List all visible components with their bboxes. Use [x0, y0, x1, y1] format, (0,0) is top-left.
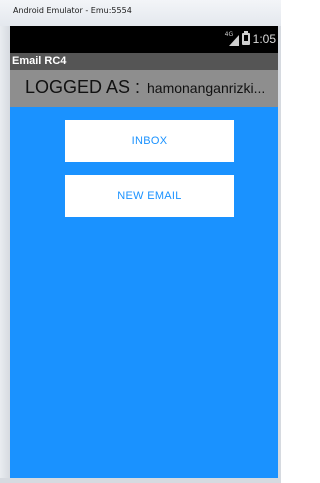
app-title: Email RC4	[12, 55, 67, 67]
device-screen: 4G 1:05 Email RC4 LOGGED AS : hamonangan…	[10, 26, 278, 478]
window-bottom-border	[0, 478, 281, 483]
signal-bars	[228, 35, 239, 46]
logged-as-label: LOGGED AS :	[25, 77, 141, 97]
login-info-bar: LOGGED AS : hamonanganrizki...	[10, 70, 278, 107]
logged-username: hamonanganrizki...	[147, 80, 266, 96]
inbox-button[interactable]: INBOX	[65, 120, 234, 162]
status-time: 1:05	[252, 32, 276, 46]
window-title: Android Emulator - Emu:5554	[13, 6, 132, 15]
status-bar: 4G 1:05	[10, 26, 278, 53]
window-right-border	[278, 26, 281, 483]
signal-icon: 4G	[225, 31, 239, 46]
window-left-border	[0, 26, 10, 483]
app-title-bar: Email RC4	[10, 53, 278, 70]
window-titlebar[interactable]: Android Emulator - Emu:5554	[0, 0, 281, 26]
status-icons: 4G 1:05	[225, 31, 276, 47]
emulator-window: Android Emulator - Emu:5554 4G 1:05 Emai…	[0, 0, 281, 483]
new-email-button[interactable]: NEW EMAIL	[65, 175, 234, 217]
battery-icon	[241, 31, 250, 45]
